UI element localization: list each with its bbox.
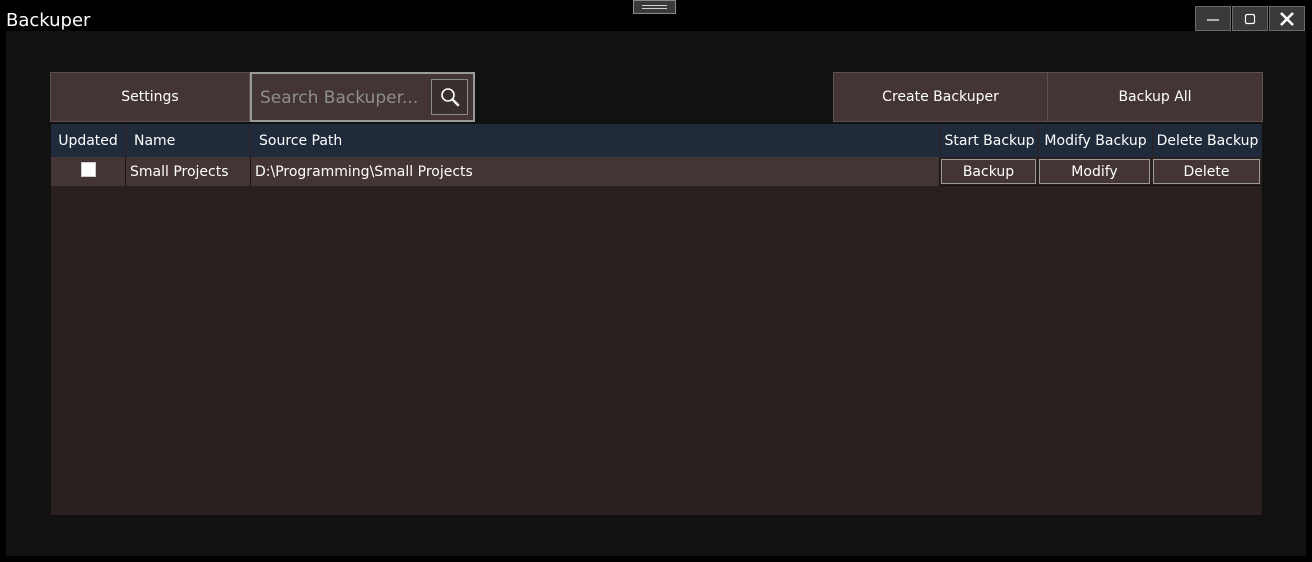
create-backuper-button[interactable]: Create Backuper — [833, 72, 1048, 122]
column-header-updated[interactable]: Updated — [51, 124, 125, 157]
backup-all-button[interactable]: Backup All — [1047, 72, 1263, 122]
maximize-icon — [1244, 13, 1256, 24]
search-icon — [440, 88, 459, 107]
updated-cell — [51, 157, 126, 186]
window-title: Backuper — [6, 10, 91, 31]
column-header-modify-backup[interactable]: Modify Backup — [1039, 124, 1152, 157]
column-header-name[interactable]: Name — [126, 124, 250, 157]
title-bar[interactable]: Backuper — [0, 0, 1312, 31]
modify-button[interactable]: Modify — [1039, 159, 1150, 184]
name-cell: Small Projects — [126, 157, 251, 186]
settings-button[interactable]: Settings — [50, 72, 250, 122]
backup-button[interactable]: Backup — [941, 159, 1036, 184]
updated-checkbox[interactable] — [80, 162, 96, 177]
source-path-cell: D:\Programming\Small Projects — [251, 157, 940, 186]
close-icon — [1280, 11, 1294, 26]
delete-button[interactable]: Delete — [1153, 159, 1260, 184]
close-button[interactable] — [1269, 6, 1305, 31]
column-header-start-backup[interactable]: Start Backup — [941, 124, 1038, 157]
search-input[interactable] — [260, 86, 430, 110]
column-header-delete-backup[interactable]: Delete Backup — [1153, 124, 1262, 157]
search-box — [250, 72, 475, 122]
column-header-source-path[interactable]: Source Path — [251, 124, 940, 157]
maximize-button[interactable] — [1232, 6, 1268, 31]
minimize-button[interactable] — [1195, 6, 1231, 31]
minimize-icon — [1207, 18, 1219, 21]
drag-handle[interactable] — [633, 0, 676, 14]
search-button[interactable] — [431, 79, 468, 115]
